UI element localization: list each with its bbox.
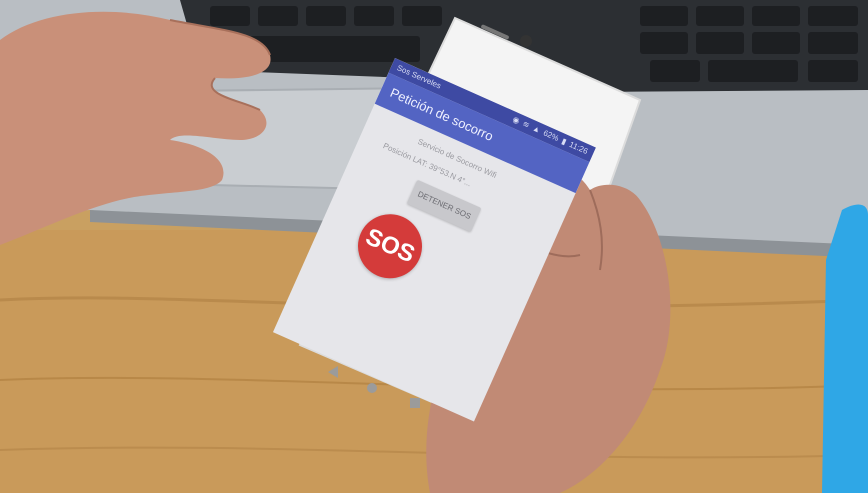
stop-sos-button[interactable]: DETENER SOS xyxy=(406,179,482,232)
photo-scene: Sos Serveles ◉ ≋ ▲ 62% ▮ 11:26 Petición … xyxy=(0,0,868,493)
sos-button[interactable]: SOS xyxy=(347,203,433,289)
phone-camera xyxy=(520,35,532,47)
